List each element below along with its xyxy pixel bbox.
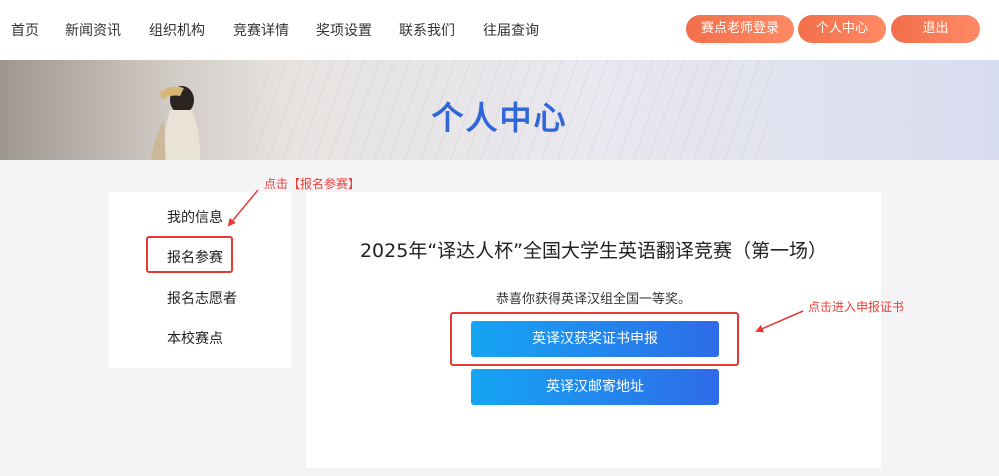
- nav-past-contests[interactable]: 往届查询: [483, 20, 539, 40]
- sidebar-menu: 我的信息 报名参赛 报名志愿者 本校赛点: [109, 192, 291, 368]
- teacher-login-button[interactable]: 赛点老师登录: [686, 15, 794, 43]
- nav-organization[interactable]: 组织机构: [149, 20, 205, 40]
- top-navigation: 首页 新闻资讯 组织机构 竞赛详情 奖项设置 联系我们 往届查询 赛点老师登录 …: [0, 0, 999, 60]
- annotation-click-register: 点击【报名参赛】: [264, 177, 361, 191]
- sidebar-item-school-site[interactable]: 本校赛点: [167, 328, 223, 348]
- nav-contest-details[interactable]: 竞赛详情: [233, 20, 289, 40]
- sidebar-item-volunteer[interactable]: 报名志愿者: [167, 288, 237, 308]
- page-title: 个人中心: [431, 99, 568, 137]
- contest-title: 2025年“译达人杯”全国大学生英语翻译竞赛（第一场）: [359, 240, 828, 262]
- personal-center-button[interactable]: 个人中心: [798, 15, 886, 43]
- nav-news[interactable]: 新闻资讯: [65, 20, 121, 40]
- annotation-click-certificate: 点击进入申报证书: [808, 300, 905, 314]
- award-message: 恭喜你获得英译汉组全国一等奖。: [495, 292, 691, 307]
- nav-home[interactable]: 首页: [11, 20, 39, 40]
- sidebar-item-my-info[interactable]: 我的信息: [167, 207, 223, 227]
- page-banner: 个人中心: [0, 60, 999, 160]
- highlight-box-certificate: [450, 312, 739, 366]
- nav-awards[interactable]: 奖项设置: [316, 20, 372, 40]
- highlight-box-register: [146, 236, 233, 273]
- nav-contact[interactable]: 联系我们: [399, 20, 455, 40]
- logout-button[interactable]: 退出: [891, 15, 980, 43]
- mailing-address-button[interactable]: 英译汉邮寄地址: [471, 369, 719, 405]
